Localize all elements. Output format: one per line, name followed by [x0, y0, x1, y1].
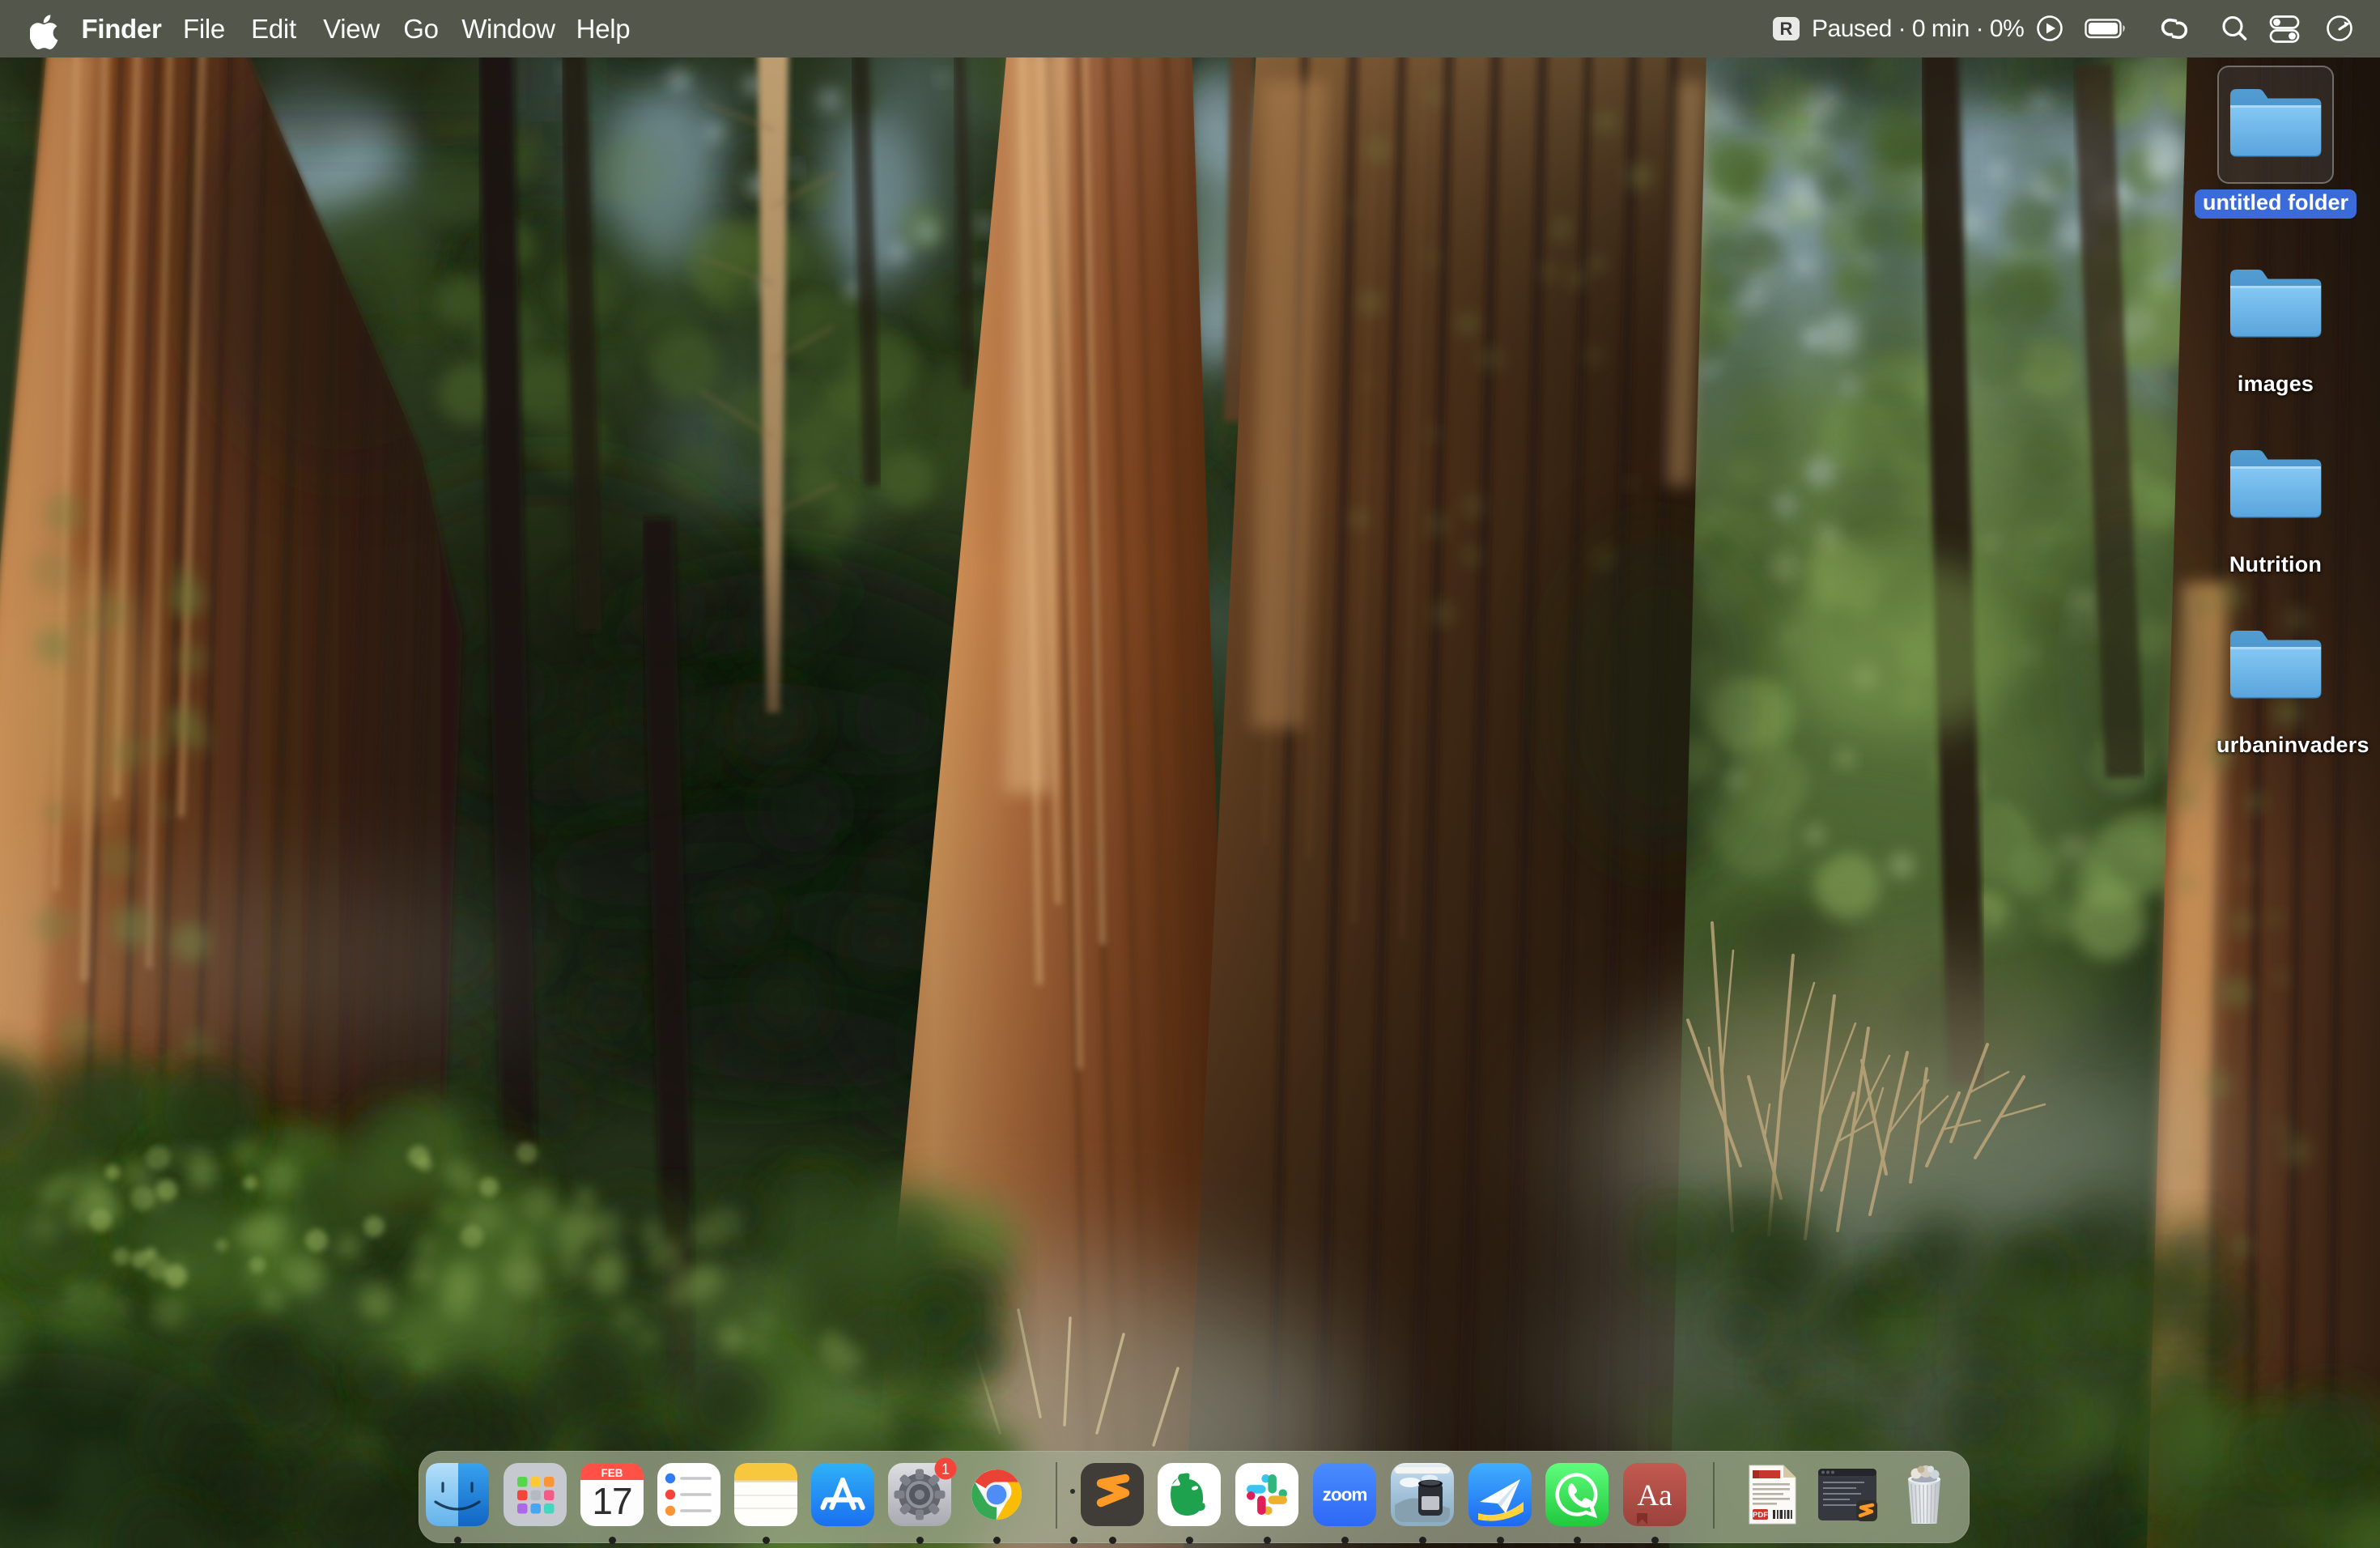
svg-text:Aa: Aa: [1637, 1479, 1672, 1512]
svg-text:1: 1: [941, 1461, 950, 1478]
svg-text:PDF: PDF: [1753, 1511, 1768, 1520]
svg-text:17: 17: [592, 1480, 631, 1522]
svg-text:zoom: zoom: [1323, 1485, 1367, 1505]
svg-text:FEB: FEB: [601, 1467, 623, 1479]
